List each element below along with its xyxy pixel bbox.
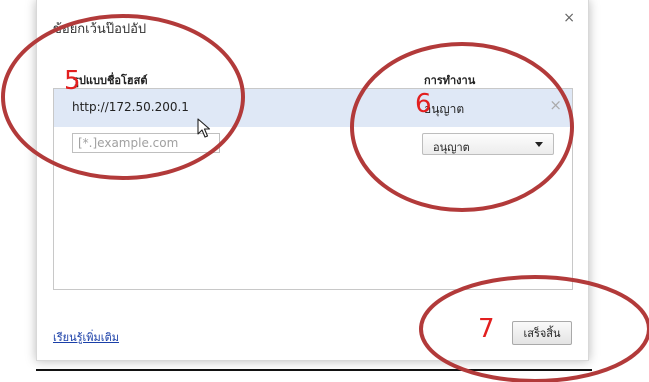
close-icon[interactable]: × bbox=[563, 11, 575, 25]
table-row[interactable]: http://172.50.200.1 อนุญาต × bbox=[54, 89, 572, 127]
done-button[interactable]: เสร็จสิ้น bbox=[512, 321, 572, 345]
callout-number-7: 7 bbox=[478, 314, 495, 344]
action-select[interactable]: อนุญาต bbox=[422, 133, 554, 155]
mouse-pointer-icon bbox=[197, 118, 211, 138]
action-select-value: อนุญาต bbox=[433, 141, 470, 154]
triangle-down-icon bbox=[535, 142, 543, 147]
remove-row-icon[interactable]: × bbox=[549, 98, 562, 113]
learn-more-link[interactable]: เรียนรู้เพิ่มเติม bbox=[53, 328, 119, 346]
row-host: http://172.50.200.1 bbox=[72, 100, 189, 114]
popup-exceptions-dialog: ข้อยกเว้นป๊อปอัป × รูปแบบชื่อโฮสต์ การทำ… bbox=[36, 0, 589, 361]
bottom-divider bbox=[36, 369, 592, 371]
screenshot-stage: ข้อยกเว้นป๊อปอัป × รูปแบบชื่อโฮสต์ การทำ… bbox=[0, 0, 649, 382]
action-header: การทำงาน bbox=[424, 74, 476, 87]
exceptions-list: http://172.50.200.1 อนุญาต × อนุญาต bbox=[53, 88, 573, 290]
dialog-title: ข้อยกเว้นป๊อปอัป bbox=[53, 22, 147, 37]
hostname-pattern-header: รูปแบบชื่อโฮสต์ bbox=[73, 74, 148, 87]
callout-number-6: 6 bbox=[415, 89, 432, 119]
callout-number-5: 5 bbox=[64, 66, 81, 96]
